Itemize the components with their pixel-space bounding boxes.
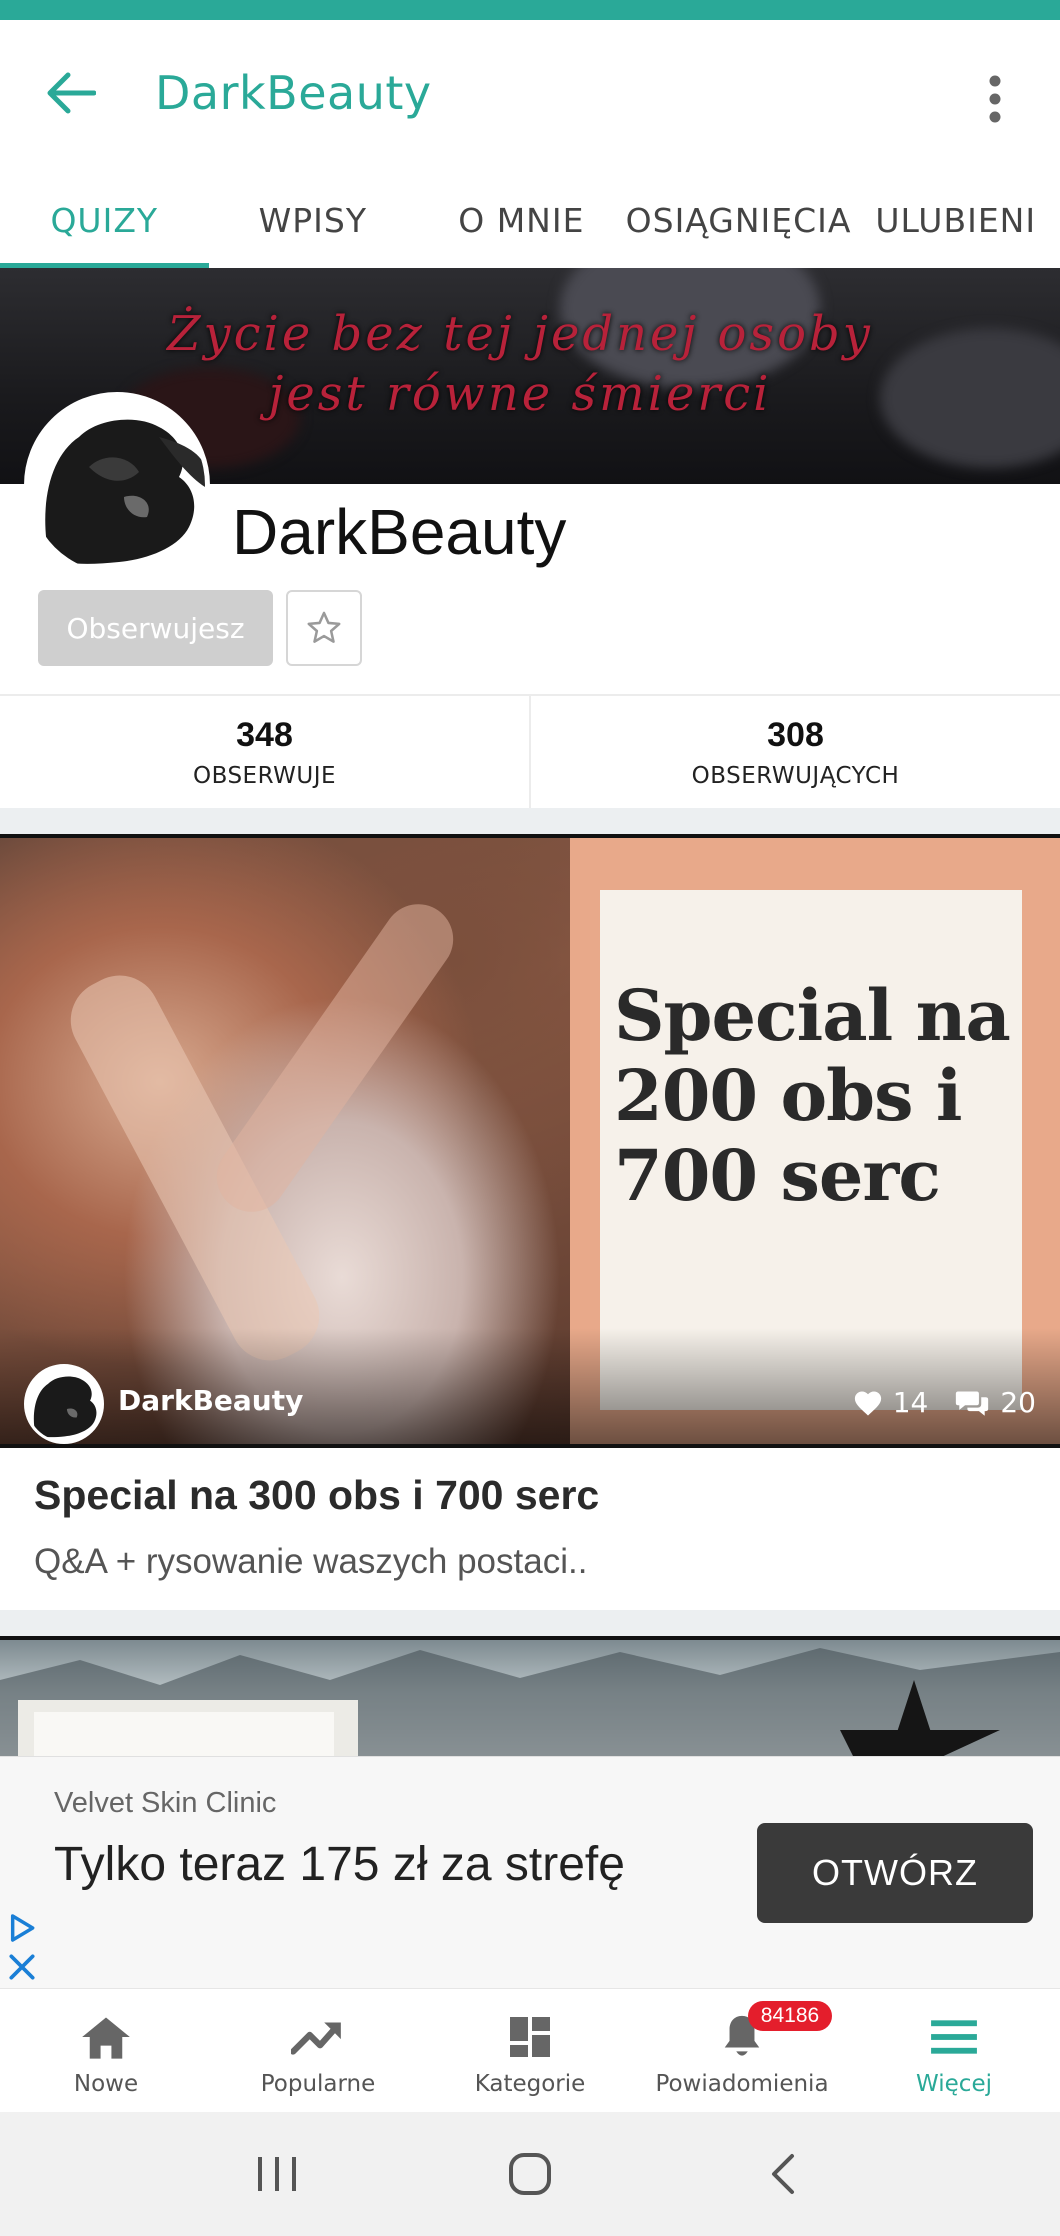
followers-label: OBSERWUJĄCYCH <box>691 762 900 789</box>
app-title: DarkBeauty <box>155 66 432 120</box>
profile-tabs: QUIZY WPISY O MNIE OSIĄGNIĘCIA ULUBIENI <box>0 172 1060 268</box>
nav-item-nowe[interactable]: Nowe <box>0 1989 212 2112</box>
ad-headline: Tylko teraz 175 zł za strefę <box>54 1838 625 1891</box>
comments-count: 20 <box>1000 1386 1036 1419</box>
quiz-title[interactable]: Special na 300 obs i 700 serc <box>34 1472 599 1519</box>
more-vertical-icon <box>989 75 1001 123</box>
favorite-button[interactable] <box>286 590 362 666</box>
nav-label-popularne: Popularne <box>260 2071 376 2097</box>
profile-stats: 348 OBSERWUJE 308 OBSERWUJĄCYCH <box>0 694 1060 808</box>
tab-quizy[interactable]: QUIZY <box>0 172 209 268</box>
trending-icon <box>291 2022 341 2055</box>
section-divider <box>0 808 1060 834</box>
likes-count: 14 <box>892 1386 929 1419</box>
author-avatar-image <box>27 1367 101 1441</box>
system-navigation-bar <box>0 2112 1060 2236</box>
nav-item-popularne[interactable]: Popularne <box>212 1989 424 2112</box>
stat-following[interactable]: 348 OBSERWUJE <box>0 696 529 808</box>
nav-label-kategorie: Kategorie <box>474 2071 586 2097</box>
chevron-left-icon <box>772 2154 795 2194</box>
nav-label-nowe: Nowe <box>73 2071 139 2097</box>
following-button[interactable]: Obserwujesz <box>38 590 273 666</box>
ad-close-icon[interactable] <box>6 1951 38 1983</box>
tab-wpisy[interactable]: WPISY <box>209 172 418 268</box>
ad-banner[interactable]: Velvet Skin Clinic Tylko teraz 175 zł za… <box>0 1756 1060 1988</box>
comments-icon <box>956 1390 989 1416</box>
nav-item-powiadomienia[interactable]: Powiadomienia 84186 <box>636 1989 848 2112</box>
profile-avatar[interactable] <box>24 392 210 578</box>
heart-icon <box>854 1391 881 1415</box>
ad-open-button[interactable]: OTWÓRZ <box>757 1823 1033 1923</box>
status-bar-accent <box>0 0 1060 20</box>
profile-name: DarkBeauty <box>232 496 567 568</box>
next-quiz-card-image[interactable] <box>0 1636 1060 1756</box>
following-count: 348 <box>236 715 293 754</box>
back-system-button[interactable] <box>738 2129 828 2219</box>
back-button[interactable] <box>36 58 106 128</box>
home-square-icon <box>508 2153 551 2195</box>
nav-label-powiadomienia: Powiadomienia <box>655 2071 829 2097</box>
nav-item-kategorie[interactable]: Kategorie <box>424 1989 636 2112</box>
tab-ulubieni[interactable]: ULUBIENI <box>851 172 1060 268</box>
bottom-navigation: Nowe Popularne Kategorie Powiadomienia 8… <box>0 1988 1060 2112</box>
star-outline-icon <box>307 611 341 643</box>
notifications-badge: 84186 <box>748 2001 832 2031</box>
app-bar: DarkBeauty <box>0 20 1060 172</box>
following-label: OBSERWUJE <box>192 762 337 789</box>
author-name[interactable]: DarkBeauty <box>118 1384 303 1417</box>
home-icon <box>82 2017 130 2059</box>
nav-item-wiecej[interactable]: Więcej <box>848 1989 1060 2112</box>
more-options-button[interactable] <box>960 64 1030 134</box>
forest-peek-image <box>0 1648 1060 1756</box>
cover-quote-line2: jest równe śmierci <box>268 366 772 422</box>
quiz-card-image[interactable]: Special na 200 obs i 700 serc DarkBeauty… <box>0 834 1060 1448</box>
quiz-description: Q&A + rysowanie waszych postaci.. <box>34 1542 588 1581</box>
nav-label-wiecej: Więcej <box>916 2071 992 2097</box>
cover-quote-line1: Życie bez tej jednej osoby <box>167 306 873 362</box>
dashboard-icon <box>510 2017 550 2057</box>
tab-osiagniecia[interactable]: OSIĄGNIĘCIA <box>626 172 852 268</box>
tab-o-mnie[interactable]: O MNIE <box>417 172 626 268</box>
ad-choices-icon[interactable] <box>6 1912 38 1944</box>
quiz-image-text: Special na 200 obs i 700 serc <box>614 974 1011 1217</box>
followers-count: 308 <box>767 715 824 754</box>
avatar-image <box>29 397 205 573</box>
recent-apps-button[interactable] <box>232 2129 322 2219</box>
section-divider <box>0 1610 1060 1636</box>
arrow-left-icon <box>47 72 96 114</box>
home-system-button[interactable] <box>485 2129 575 2219</box>
cover-quote: Życie bez tej jednej osoby jest równe śm… <box>100 304 940 424</box>
stat-followers[interactable]: 308 OBSERWUJĄCYCH <box>529 696 1060 808</box>
recent-apps-icon <box>257 2157 296 2191</box>
quiz-stats: 14 20 <box>853 1386 1036 1419</box>
menu-icon <box>931 2020 977 2054</box>
author-avatar[interactable] <box>24 1364 104 1444</box>
ad-brand: Velvet Skin Clinic <box>54 1787 277 1819</box>
